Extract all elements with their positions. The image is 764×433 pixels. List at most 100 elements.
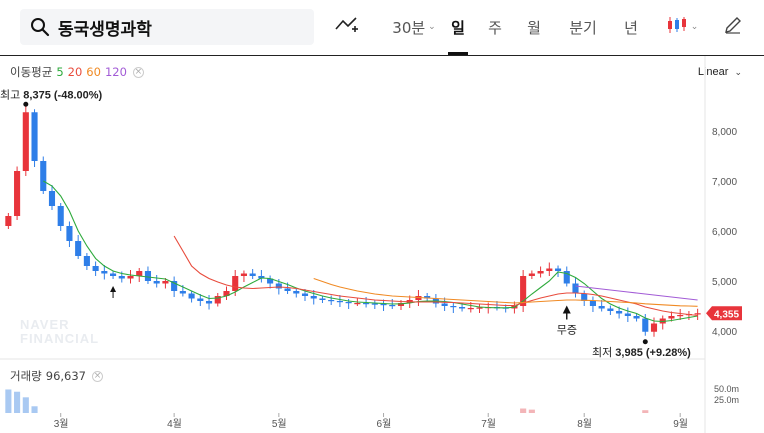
stock-name: 동국생명과학 xyxy=(58,19,152,40)
candle-body xyxy=(467,308,474,310)
candle-body xyxy=(92,266,99,271)
tab-period-year[interactable]: 년 xyxy=(620,14,642,40)
ma-line-ma60 xyxy=(313,277,698,307)
candle-body xyxy=(624,313,631,316)
candle-body xyxy=(153,281,160,284)
candle-body xyxy=(75,241,82,256)
candle-body xyxy=(162,281,169,284)
volume-bar xyxy=(22,397,29,413)
candle-body xyxy=(459,307,466,309)
volume-legend[interactable]: 거래량 96,637 × xyxy=(10,368,103,384)
event-label: 무증 xyxy=(557,325,577,337)
candle-body xyxy=(589,301,596,306)
tab-period-week[interactable]: 주 xyxy=(484,14,506,40)
chart-type-dropdown[interactable]: ⌄ xyxy=(662,14,702,40)
candle-body xyxy=(293,291,300,294)
volume-tick-label: 50.0m xyxy=(714,384,739,394)
candle-body xyxy=(5,216,12,226)
interval-label: 30분 xyxy=(392,18,426,37)
candle-body xyxy=(110,273,117,276)
candle-body xyxy=(677,315,684,317)
candle-body xyxy=(598,306,605,309)
high-annotation: 최고 8,375 (-48.00%) xyxy=(0,88,103,101)
y-tick-label: 5,000 xyxy=(712,277,737,288)
x-tick-label: 8월 xyxy=(577,418,592,430)
drawing-tool-button[interactable] xyxy=(332,14,362,40)
candle-body xyxy=(633,316,640,319)
candle-body xyxy=(450,306,457,308)
candle-body xyxy=(275,283,282,289)
candle-body xyxy=(22,112,29,171)
candle-body xyxy=(284,288,291,291)
candle-body xyxy=(650,323,658,332)
candle-body xyxy=(232,276,239,291)
candle-body xyxy=(607,308,614,311)
volume-bar xyxy=(528,409,535,413)
volume-bar xyxy=(31,406,38,413)
candle-body xyxy=(354,303,361,305)
candle-body xyxy=(240,273,247,276)
tab-period-day[interactable]: 일 xyxy=(448,14,468,55)
candle-body xyxy=(328,300,335,302)
candle-body xyxy=(363,303,370,305)
price-chart-canvas: 8,000 7,000 6,000 5,000 4,000 최고 8,375 (-48.0… xyxy=(0,56,742,433)
trend-add-icon xyxy=(334,15,360,39)
volume-bar xyxy=(520,408,527,413)
chevron-down-icon: ⌄ xyxy=(428,22,436,32)
stock-chart[interactable]: 이동평균 5 20 60 120 × Linear ⌄ NAVER FINANC… xyxy=(0,56,764,433)
volume-tick-label: 25.0m xyxy=(714,395,739,405)
candlestick-icon xyxy=(666,15,688,39)
candle-body xyxy=(301,293,309,296)
x-tick-label: 7월 xyxy=(481,418,496,430)
candle-body xyxy=(118,276,125,279)
candle-body xyxy=(476,307,483,309)
candle-body xyxy=(179,291,186,294)
y-tick-label: 6,000 xyxy=(712,227,737,238)
candle-body xyxy=(668,316,675,319)
chevron-down-icon: ⌄ xyxy=(690,22,699,32)
candle-body xyxy=(537,271,544,274)
candle-body xyxy=(101,271,108,274)
candle-body xyxy=(127,276,134,279)
search-icon xyxy=(30,17,50,37)
candles-group xyxy=(5,106,701,337)
y-tick-label: 4,000 xyxy=(712,327,737,338)
ma-line-ma120 xyxy=(575,285,698,301)
y-tick-label: 8,000 xyxy=(712,127,737,138)
candle-body xyxy=(14,171,21,216)
high-marker xyxy=(23,101,29,107)
volume-bar xyxy=(14,391,21,413)
candle-body xyxy=(336,301,343,303)
candle-body xyxy=(319,298,326,300)
candle-body xyxy=(83,256,90,266)
candle-body xyxy=(197,298,204,301)
candle-body xyxy=(371,303,378,305)
interval-dropdown[interactable]: 30분 ⌄ xyxy=(390,14,438,40)
marker-arrow-icon xyxy=(110,286,117,292)
candle-body xyxy=(310,296,317,299)
low-marker xyxy=(642,339,648,345)
candle-body xyxy=(144,271,152,281)
candle-body xyxy=(345,302,352,304)
candle-body xyxy=(389,305,396,307)
candle-body xyxy=(57,206,64,226)
top-toolbar: 동국생명과학 30분 ⌄ 일 주 월 분기 년 ⌄ xyxy=(0,0,764,56)
volume-bar xyxy=(642,410,649,413)
tab-period-quarter[interactable]: 분기 xyxy=(566,14,600,40)
stock-search-box[interactable]: 동국생명과학 xyxy=(20,9,314,45)
candle-body xyxy=(554,268,562,271)
candle-body xyxy=(66,226,73,241)
candle-body xyxy=(249,273,256,276)
x-tick-label: 5월 xyxy=(272,418,287,430)
candle-body xyxy=(642,318,649,332)
edit-button[interactable] xyxy=(720,14,746,40)
candle-body xyxy=(380,304,387,306)
x-tick-label: 4월 xyxy=(167,418,182,430)
candle-body xyxy=(205,301,213,304)
x-tick-label: 3월 xyxy=(54,418,69,430)
close-icon[interactable]: × xyxy=(92,370,103,382)
tab-period-month[interactable]: 월 xyxy=(523,14,545,40)
candle-body xyxy=(31,112,38,161)
candle-body xyxy=(188,293,195,299)
current-price-label: 4,355 xyxy=(714,309,739,320)
